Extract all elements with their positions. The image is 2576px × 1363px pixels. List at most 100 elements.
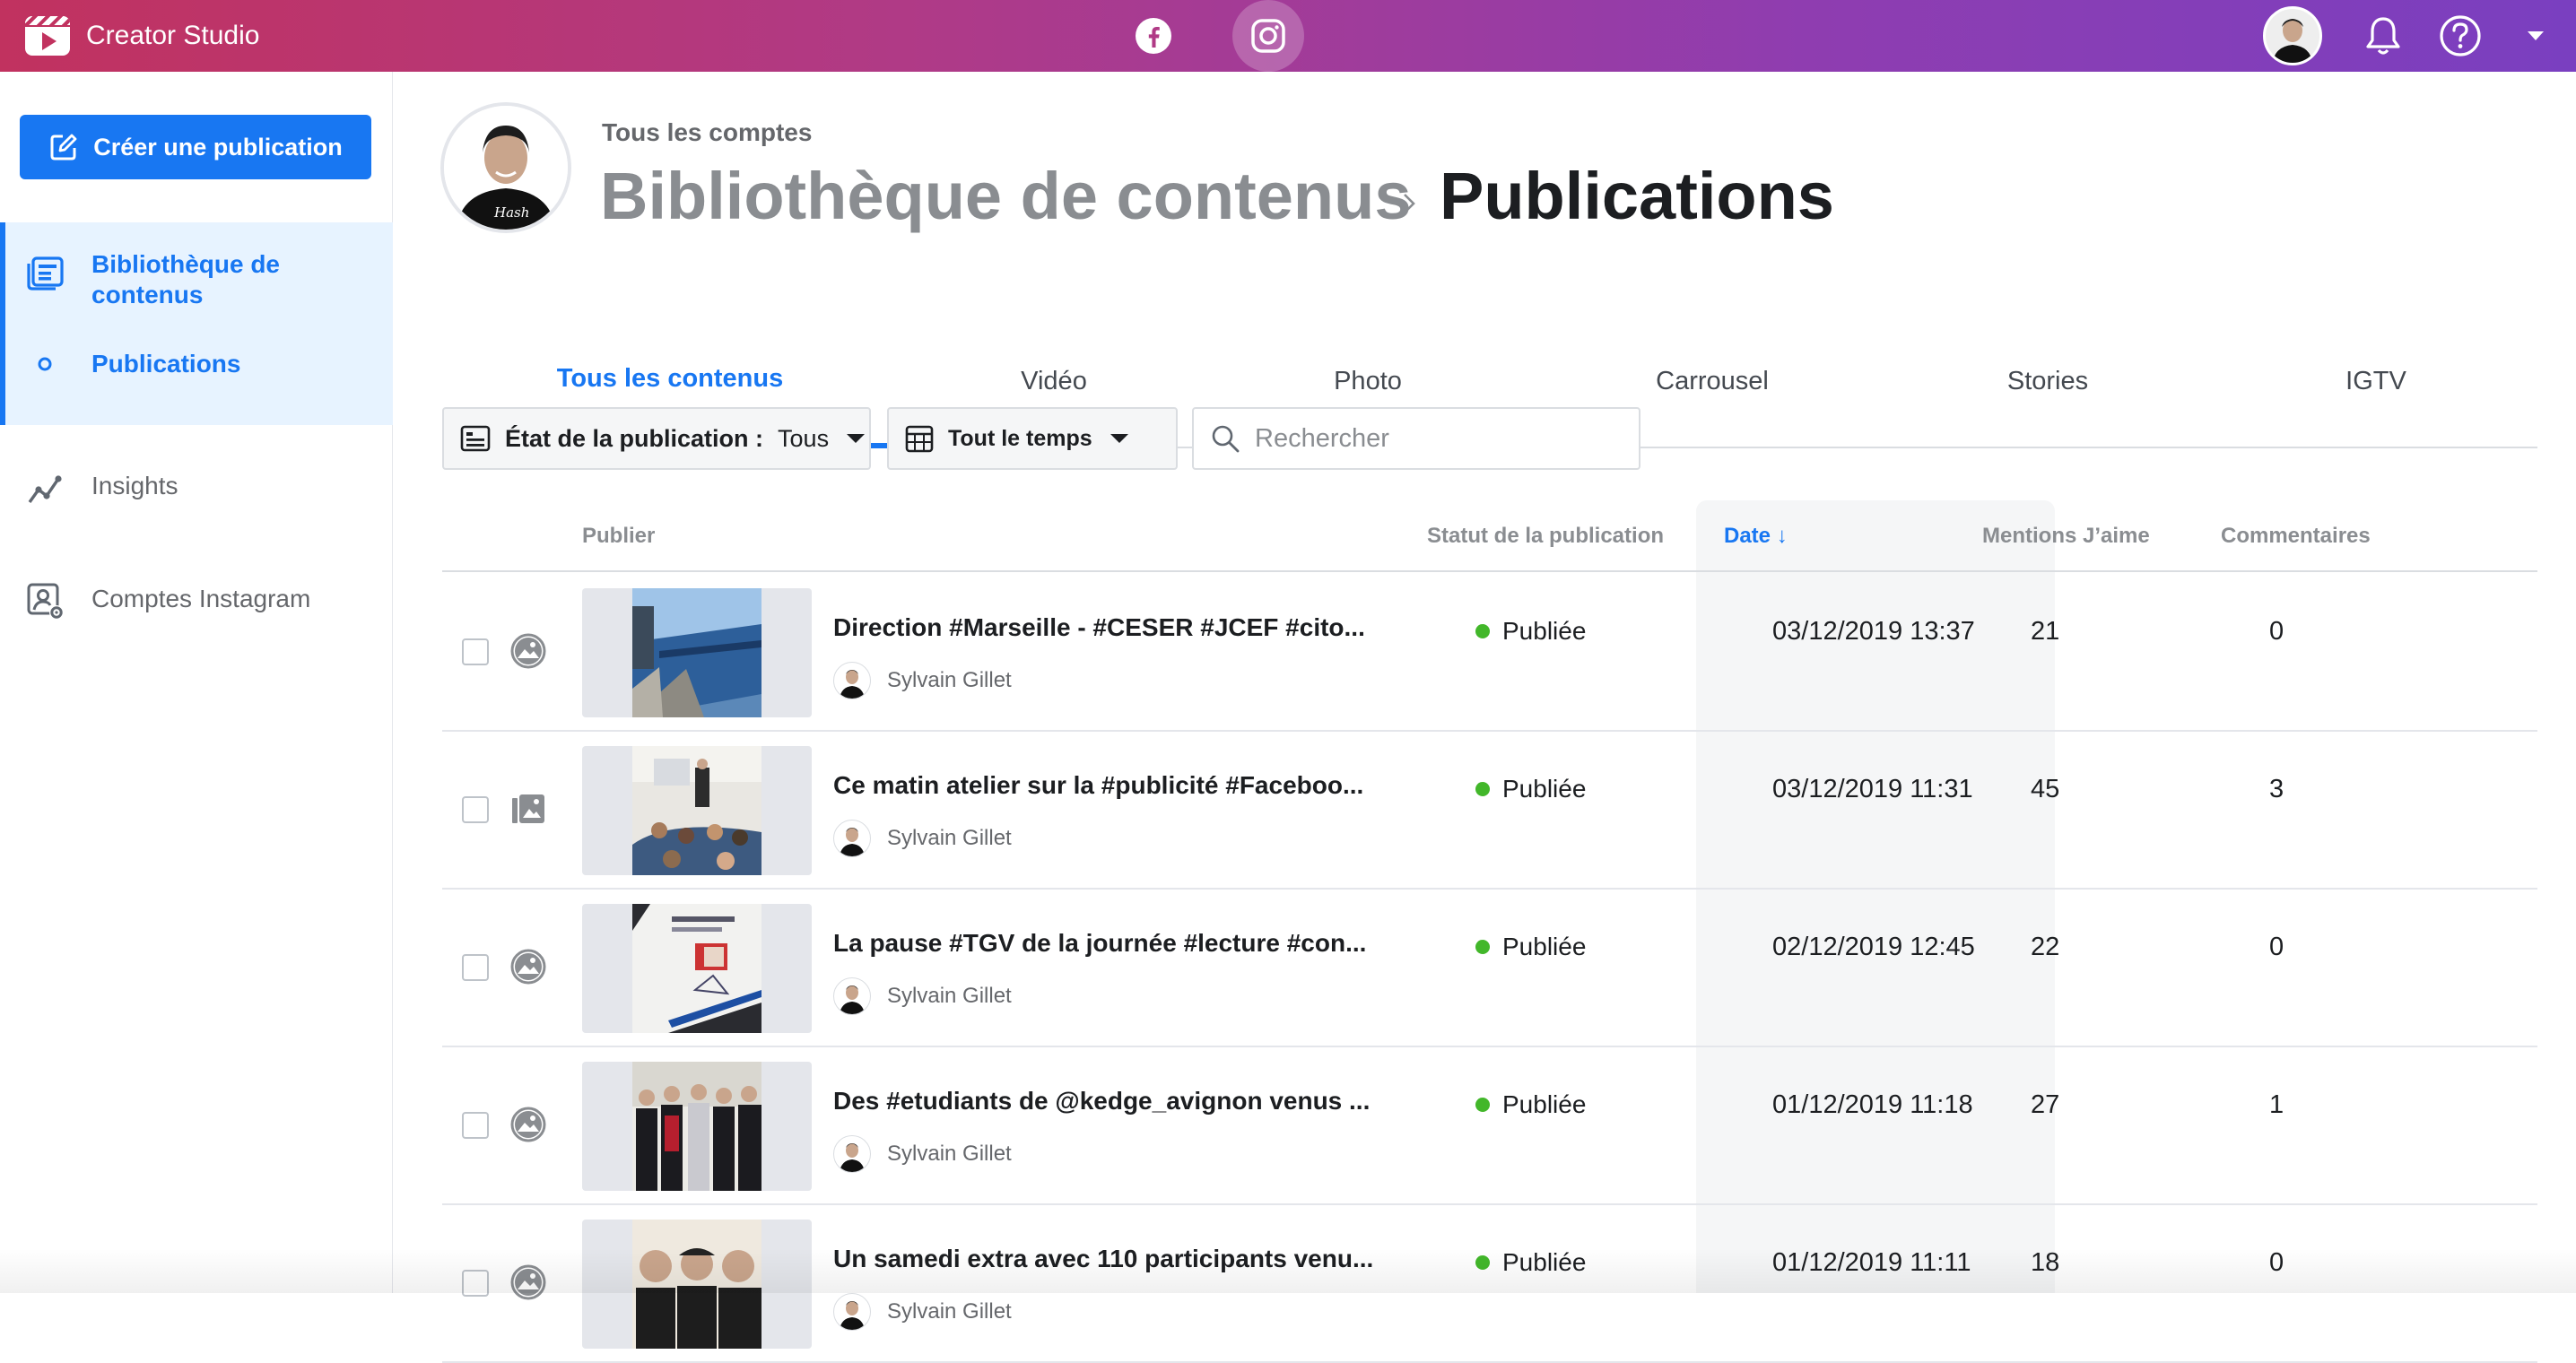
notifications-button[interactable] [2350, 0, 2416, 72]
post-caption[interactable]: Ce matin atelier sur la #publicité #Face… [833, 771, 1363, 800]
photo-type-icon [510, 1107, 546, 1142]
row-checkbox[interactable] [462, 796, 489, 823]
status-text: Publiée [1502, 617, 1587, 645]
status-text: Publiée [1502, 933, 1587, 960]
sidebar: Créer une publication Bibliothèque de co… [0, 72, 393, 1293]
post-likes: 21 [2031, 617, 2060, 646]
header-publisher: Publier [582, 524, 656, 548]
chevron-right-icon [1404, 194, 1415, 213]
author-avatar [833, 1135, 871, 1173]
date-range-filter[interactable]: Tout le temps [887, 407, 1178, 470]
facebook-icon [1136, 18, 1171, 54]
state-filter-label: État de la publication : [505, 424, 764, 452]
status-badge: Publiée [1475, 617, 1586, 646]
post-date: 01/12/2019 11:18 [1772, 1090, 1973, 1119]
post-comments: 1 [2269, 1090, 2284, 1119]
published-dot-icon [1475, 1255, 1490, 1270]
published-dot-icon [1475, 1098, 1490, 1112]
help-button[interactable] [2427, 0, 2493, 72]
post-thumbnail[interactable] [582, 588, 812, 717]
post-thumbnail[interactable] [582, 1220, 812, 1349]
post-caption[interactable]: Des #etudiants de @kedge_avignon venus .… [833, 1087, 1370, 1116]
carousel-type-icon [512, 794, 544, 823]
date-range-label: Tout le temps [948, 425, 1092, 451]
insights-chart-icon [28, 475, 62, 503]
post-thumbnail[interactable] [582, 904, 812, 1033]
post-comments: 0 [2269, 617, 2284, 646]
calendar-icon [905, 425, 934, 453]
post-author: Sylvain Gillet [833, 1293, 1012, 1331]
breadcrumb-parent[interactable]: Bibliothèque de contenus [600, 158, 1411, 234]
facebook-switch[interactable] [1118, 0, 1189, 72]
account-avatar[interactable]: Hash [440, 102, 571, 233]
table-row[interactable]: Ce matin atelier sur la #publicité #Face… [442, 732, 2537, 890]
status-text: Publiée [1502, 1090, 1587, 1118]
instagram-icon [1251, 19, 1285, 53]
brand[interactable]: Creator Studio [25, 13, 259, 59]
author-avatar [833, 662, 871, 699]
main-content: Hash Tous les comptes Bibliothèque de co… [394, 72, 2576, 1363]
create-post-button[interactable]: Créer une publication [20, 115, 371, 179]
table-row[interactable]: La pause #TGV de la journée #lecture #co… [442, 890, 2537, 1047]
status-badge: Publiée [1475, 775, 1586, 803]
tab-carousel[interactable]: Carrousel [1614, 314, 1811, 448]
circle-bullet-icon [38, 357, 52, 371]
account-selector-label[interactable]: Tous les comptes [602, 118, 812, 147]
post-caption[interactable]: La pause #TGV de la journée #lecture #co… [833, 929, 1366, 958]
author-name: Sylvain Gillet [887, 826, 1012, 850]
post-caption[interactable]: Direction #Marseille - #CESER #JCEF #cit… [833, 613, 1365, 642]
search-input[interactable] [1255, 423, 1614, 454]
tab-stories[interactable]: Stories [1967, 314, 2128, 448]
list-icon [460, 425, 491, 452]
post-author: Sylvain Gillet [833, 1135, 1012, 1173]
creator-studio-logo-icon [25, 16, 70, 56]
content-library-icon [27, 256, 64, 291]
help-icon [2440, 15, 2481, 56]
published-dot-icon [1475, 940, 1490, 954]
row-checkbox[interactable] [462, 954, 489, 981]
post-likes: 27 [2031, 1090, 2060, 1119]
post-author: Sylvain Gillet [833, 662, 1012, 699]
post-date: 01/12/2019 11:11 [1772, 1248, 1971, 1277]
post-author: Sylvain Gillet [833, 820, 1012, 857]
chevron-down-icon [847, 434, 866, 443]
header-date-sort[interactable]: Date ↓ [1724, 500, 1788, 572]
publication-state-filter[interactable]: État de la publication : Tous [442, 407, 871, 470]
tab-igtv[interactable]: IGTV [2295, 314, 2457, 448]
sidebar-item-instagram-accounts[interactable]: Comptes Instagram [0, 583, 393, 629]
post-caption[interactable]: Un samedi extra avec 110 participants ve… [833, 1245, 1373, 1273]
chevron-down-icon [2528, 31, 2544, 40]
header-status[interactable]: Statut de la publication [1427, 500, 1664, 572]
sidebar-item-content-library[interactable]: Bibliothèque de contenus [0, 249, 393, 321]
sidebar-item-label: Bibliothèque de contenus [91, 250, 280, 308]
post-thumbnail[interactable] [582, 746, 812, 875]
post-date: 03/12/2019 11:31 [1772, 775, 1973, 803]
table-row[interactable]: Direction #Marseille - #CESER #JCEF #cit… [442, 574, 2537, 732]
sidebar-item-label: Comptes Instagram [91, 585, 311, 612]
sidebar-item-insights[interactable]: Insights [0, 472, 393, 517]
photo-type-icon [510, 1264, 546, 1300]
sidebar-item-label: Insights [91, 472, 178, 499]
post-thumbnail[interactable] [582, 1062, 812, 1191]
search-box[interactable] [1192, 407, 1640, 470]
status-badge: Publiée [1475, 1248, 1586, 1277]
instagram-switch[interactable] [1232, 0, 1304, 72]
account-menu-dropdown[interactable] [2502, 0, 2569, 72]
search-icon [1212, 425, 1240, 453]
row-checkbox[interactable] [462, 1112, 489, 1139]
profile-avatar[interactable] [2260, 0, 2325, 72]
author-avatar [833, 1293, 871, 1331]
table-row[interactable]: Un samedi extra avec 110 participants ve… [442, 1205, 2537, 1363]
row-checkbox[interactable] [462, 638, 489, 665]
account-settings-icon [27, 583, 64, 620]
author-name: Sylvain Gillet [887, 984, 1012, 1008]
status-text: Publiée [1502, 1248, 1587, 1276]
sidebar-item-label: Publications [91, 350, 241, 378]
post-comments: 0 [2269, 933, 2284, 961]
table-row[interactable]: Des #etudiants de @kedge_avignon venus .… [442, 1047, 2537, 1205]
header-comments[interactable]: Commentaires [2221, 500, 2371, 572]
sidebar-item-publications[interactable]: Publications [0, 350, 393, 395]
photo-type-icon [510, 633, 546, 669]
post-date: 02/12/2019 12:45 [1772, 933, 1975, 961]
header-likes[interactable]: Mentions J’aime [1982, 500, 2150, 572]
